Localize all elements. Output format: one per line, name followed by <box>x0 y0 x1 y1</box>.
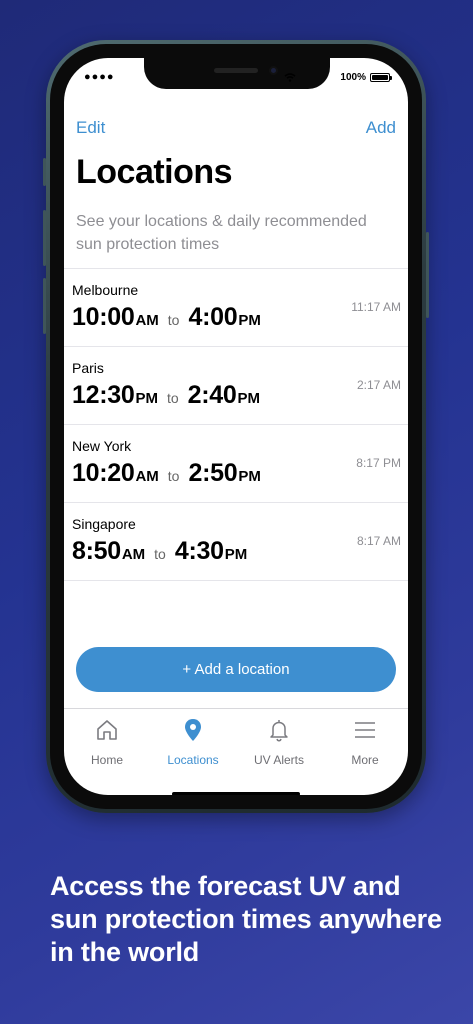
local-time: 8:17 PM <box>356 456 401 470</box>
end-time: 2:40 <box>187 381 237 409</box>
phone-bezel: ●●●● 100% Edit Add Locations See your lo… <box>50 44 422 809</box>
end-ampm: PM <box>238 468 261 485</box>
start-ampm: PM <box>135 390 158 407</box>
to-label: to <box>167 468 180 484</box>
locations-list: Melbourne 10:00 AM to 4:00 PM 11:17 AM P… <box>64 268 408 581</box>
local-time: 8:17 AM <box>356 534 401 548</box>
start-time: 10:20 <box>72 459 135 487</box>
tab-bar: Home Locations UV Alerts More <box>64 708 408 795</box>
home-indicator[interactable] <box>172 792 300 795</box>
add-location-button[interactable]: + Add a location <box>76 647 396 692</box>
page-subtitle: See your locations & daily recommended s… <box>76 213 367 253</box>
protection-times: 10:20 AM to 2:50 PM <box>72 459 261 488</box>
signal-strength: ●●●● <box>84 71 115 83</box>
status-right: 100% <box>284 72 392 83</box>
location-row-paris[interactable]: Paris 12:30 PM to 2:40 PM 2:17 AM <box>64 347 408 425</box>
city-name: Melbourne <box>72 282 139 298</box>
volume-up-button <box>43 210 46 266</box>
battery-icon <box>370 73 392 82</box>
power-button <box>426 232 429 318</box>
page-title: Locations <box>76 153 233 191</box>
speaker-grille <box>214 68 258 73</box>
navigation-bar: Edit Add <box>76 118 396 138</box>
to-label: to <box>154 546 166 562</box>
home-icon <box>94 717 120 743</box>
start-ampm: AM <box>121 546 146 563</box>
start-time: 10:00 <box>72 303 135 331</box>
to-label: to <box>166 390 179 406</box>
protection-times: 12:30 PM to 2:40 PM <box>72 381 260 410</box>
to-label: to <box>167 312 180 328</box>
city-name: Singapore <box>72 516 136 532</box>
location-row-singapore[interactable]: Singapore 8:50 AM to 4:30 PM 8:17 AM <box>64 503 408 581</box>
protection-times: 8:50 AM to 4:30 PM <box>72 537 247 566</box>
city-name: New York <box>72 438 132 454</box>
end-ampm: PM <box>237 390 260 407</box>
app-screen: ●●●● 100% Edit Add Locations See your lo… <box>64 58 408 795</box>
local-time: 2:17 AM <box>356 378 401 392</box>
phone-frame: ●●●● 100% Edit Add Locations See your lo… <box>43 40 429 813</box>
tab-label: More <box>351 753 379 767</box>
front-camera <box>269 66 278 75</box>
tab-label: UV Alerts <box>253 753 304 767</box>
tab-more[interactable]: More <box>322 709 408 795</box>
wifi-icon <box>284 73 296 82</box>
volume-down-button <box>43 278 46 334</box>
end-ampm: PM <box>224 546 248 563</box>
location-row-melbourne[interactable]: Melbourne 10:00 AM to 4:00 PM 11:17 AM <box>64 269 408 347</box>
marketing-headline: Access the forecast UV and sun protectio… <box>50 871 442 967</box>
location-pin-icon <box>180 717 206 743</box>
notch <box>144 58 330 89</box>
end-ampm: PM <box>238 312 261 329</box>
start-time: 12:30 <box>72 381 135 409</box>
bell-icon <box>266 717 292 743</box>
start-time: 8:50 <box>72 537 121 565</box>
tab-label: Home <box>90 753 123 767</box>
tab-label: Locations <box>167 753 219 767</box>
local-time: 11:17 AM <box>351 300 401 314</box>
edit-button[interactable]: Edit <box>76 118 105 138</box>
location-row-new-york[interactable]: New York 10:20 AM to 2:50 PM 8:17 PM <box>64 425 408 503</box>
protection-times: 10:00 AM to 4:00 PM <box>72 303 261 332</box>
start-ampm: AM <box>135 312 159 329</box>
tab-locations[interactable]: Locations <box>150 709 236 795</box>
city-name: Paris <box>72 360 104 376</box>
mute-switch <box>43 158 46 186</box>
add-button[interactable]: Add <box>366 118 396 138</box>
battery-percentage: 100% <box>340 72 366 83</box>
start-ampm: AM <box>135 468 159 485</box>
menu-icon <box>352 717 378 743</box>
tab-uv-alerts[interactable]: UV Alerts <box>236 709 322 795</box>
end-time: 4:00 <box>188 303 238 331</box>
end-time: 2:50 <box>188 459 238 487</box>
end-time: 4:30 <box>174 537 224 565</box>
tab-home[interactable]: Home <box>64 709 150 795</box>
